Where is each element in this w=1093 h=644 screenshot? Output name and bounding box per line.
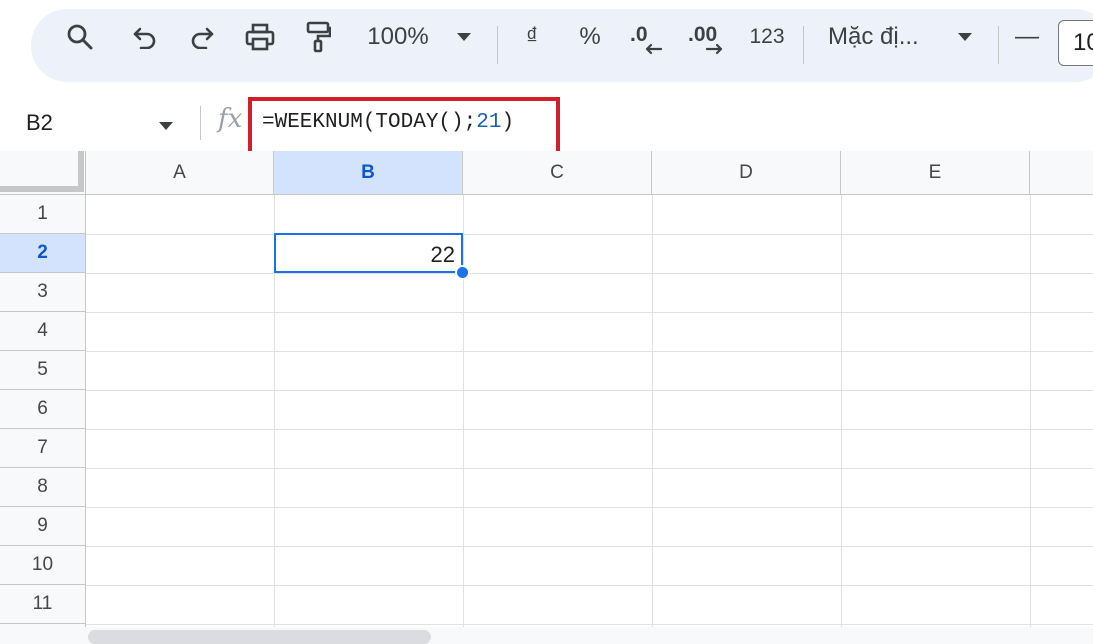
gridline [86, 273, 1093, 274]
freeze-column-handle[interactable] [78, 151, 84, 188]
decrease-font-size-button[interactable]: — [1013, 0, 1041, 73]
percent-format-button[interactable]: % [574, 0, 606, 73]
formula-input[interactable]: =WEEKNUM(TODAY();21) [262, 111, 514, 134]
gridline [86, 390, 1093, 391]
row-header-7[interactable]: 7 [0, 429, 86, 468]
row-header-11[interactable]: 11 [0, 585, 86, 624]
column-header-f[interactable] [1030, 151, 1093, 195]
gridline [86, 546, 1093, 547]
undo-icon[interactable] [128, 0, 162, 73]
row-header-9[interactable]: 9 [0, 507, 86, 546]
row-header-2[interactable]: 2 [0, 234, 86, 273]
name-box-dropdown-icon[interactable] [158, 118, 174, 136]
gridline [86, 351, 1093, 352]
redo-icon[interactable] [185, 0, 219, 73]
row-header-6[interactable]: 6 [0, 390, 86, 429]
toolbar-divider [998, 26, 999, 64]
formula-number: 21 [476, 111, 502, 134]
font-dropdown-arrow-icon[interactable] [953, 0, 977, 73]
font-size-input[interactable]: 10 [1058, 20, 1093, 66]
gridline [841, 195, 842, 635]
gridline [86, 312, 1093, 313]
fx-icon: fx [218, 104, 243, 134]
font-family-select[interactable]: Mặc đị... [828, 0, 940, 73]
freeze-row-handle[interactable] [0, 186, 84, 192]
active-cell-b2[interactable]: 22 [274, 233, 463, 273]
spreadsheet-grid[interactable]: A B C D E 1 2 3 4 5 6 7 8 9 10 11 22 [0, 151, 1093, 644]
formula-prefix: =WEEKNUM(TODAY(); [262, 111, 477, 134]
gridline [652, 195, 653, 635]
column-header-e[interactable]: E [841, 151, 1030, 195]
name-box[interactable]: B2 [26, 110, 53, 136]
arrow-right-icon [706, 43, 723, 54]
row-header-10[interactable]: 10 [0, 546, 86, 585]
search-icon[interactable] [62, 0, 98, 73]
column-header-c[interactable]: C [463, 151, 652, 195]
gridline [86, 585, 1093, 586]
row-header-8[interactable]: 8 [0, 468, 86, 507]
row-header-5[interactable]: 5 [0, 351, 86, 390]
formula-bar-divider [200, 106, 201, 140]
toolbar-divider [803, 26, 804, 64]
zoom-value[interactable]: 100% [360, 0, 436, 73]
horizontal-scrollbar-thumb[interactable] [88, 630, 431, 644]
gridline [86, 468, 1093, 469]
zoom-dropdown-arrow-icon[interactable] [452, 0, 476, 73]
print-icon[interactable] [241, 0, 279, 73]
formula-suffix: ) [501, 111, 515, 134]
column-header-b[interactable]: B [274, 151, 463, 195]
gridline [86, 429, 1093, 430]
gridline [86, 624, 1093, 625]
paint-format-icon[interactable] [300, 0, 336, 73]
currency-format-button[interactable]: ₫ [518, 0, 546, 73]
decrease-decimal-button[interactable]: .0 [628, 0, 668, 73]
row-header-4[interactable]: 4 [0, 312, 86, 351]
row-header-3[interactable]: 3 [0, 273, 86, 312]
fill-handle[interactable] [455, 265, 470, 280]
increase-decimal-button[interactable]: .00 [686, 0, 730, 73]
column-header-a[interactable]: A [86, 151, 274, 195]
toolbar-divider [497, 26, 498, 64]
gridline [86, 507, 1093, 508]
gridline [86, 234, 1093, 235]
row-header-1[interactable]: 1 [0, 195, 86, 234]
column-header-d[interactable]: D [652, 151, 841, 195]
arrow-left-icon [645, 43, 662, 54]
gridline [1030, 195, 1031, 635]
gridline [463, 195, 464, 635]
number-format-button[interactable]: 123 [746, 0, 788, 73]
cell-b2-value: 22 [430, 242, 455, 267]
